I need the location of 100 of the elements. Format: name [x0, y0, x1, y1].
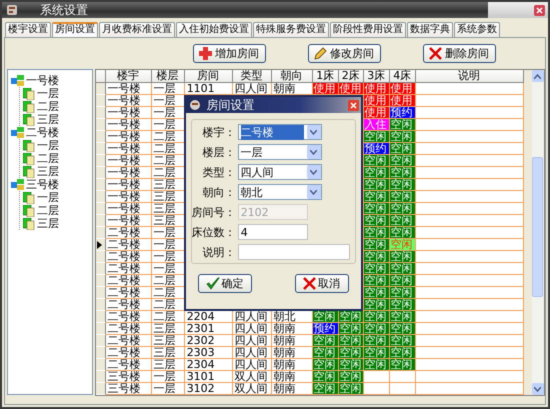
floor-icon [23, 152, 35, 164]
table-cell: 2301 [184, 323, 233, 335]
tab[interactable]: 月收费标准设置 [99, 22, 175, 37]
scrollbar-thumb[interactable] [532, 157, 544, 297]
dialog-title: 房间设置 [206, 96, 256, 114]
table-cell: 二号楼 [106, 299, 152, 311]
close-icon[interactable] [348, 100, 359, 110]
column-header[interactable]: 说明 [416, 70, 524, 83]
scrollbar[interactable] [532, 70, 544, 395]
table-cell: 2304 [184, 359, 233, 371]
column-header[interactable]: 朝向 [272, 70, 313, 83]
tree-item[interactable]: 一层 [37, 190, 59, 205]
dialog-button[interactable]: 确定 [198, 274, 252, 293]
toolbar-button[interactable]: 增加房间 [193, 44, 266, 63]
bed-status-cell: 空闲 [338, 347, 364, 359]
column-header[interactable]: 3床 [364, 70, 390, 83]
dropdown[interactable]: 二号楼 [238, 124, 322, 140]
table-cell: 一层 [152, 83, 185, 95]
floor-icon [23, 204, 35, 216]
scroll-down-button[interactable] [532, 383, 544, 395]
column-header[interactable]: 楼层 [152, 70, 185, 83]
tree-item[interactable]: 二层 [37, 203, 59, 218]
bed-status-cell: 空闲 [364, 167, 390, 179]
tab[interactable]: 房间设置 [52, 22, 98, 37]
tab[interactable]: 系统参数 [454, 22, 500, 37]
field-label: 床位数： [192, 224, 237, 240]
table-cell: 一层 [152, 95, 185, 107]
column-header[interactable]: 类型 [232, 70, 272, 83]
tree-item[interactable]: 三层 [37, 112, 59, 127]
table-cell: 一层 [152, 107, 185, 119]
tree-item[interactable]: 一号楼 [26, 73, 59, 88]
tab[interactable]: 数据字典 [407, 22, 453, 37]
column-header[interactable]: 2床 [338, 70, 364, 83]
bed-status-cell: 空闲 [338, 371, 364, 383]
row-indicator[interactable] [96, 239, 106, 251]
table-cell: 四人间 [232, 323, 272, 335]
input-field[interactable] [238, 244, 350, 260]
bed-status-cell: 使用 [364, 107, 390, 119]
tree-item[interactable]: 二号楼 [26, 125, 59, 140]
dropdown[interactable]: 四人间 [238, 164, 322, 180]
table-cell: 二号楼 [106, 239, 152, 251]
table-cell: 二号楼 [106, 335, 152, 347]
dropdown[interactable]: 朝北 [238, 184, 322, 200]
tab[interactable]: 楼宇设置 [5, 22, 51, 37]
tab[interactable]: 特殊服务费设置 [253, 22, 329, 37]
tree-item[interactable]: 一层 [37, 138, 59, 153]
table-cell: 一号楼 [106, 95, 152, 107]
toolbar-button[interactable]: 修改房间 [308, 44, 381, 63]
tree-item[interactable]: 三层 [37, 216, 59, 231]
table-cell: 二号楼 [106, 359, 152, 371]
floor-icon [23, 88, 35, 100]
floor-icon [23, 140, 35, 152]
table-cell: 二层 [152, 143, 185, 155]
close-icon[interactable] [534, 4, 545, 16]
column-header[interactable]: 4床 [390, 70, 416, 83]
table-cell [390, 371, 416, 383]
bed-status-cell: 空闲 [312, 359, 339, 371]
tab[interactable]: 阶段性费用设置 [330, 22, 406, 37]
dropdown[interactable]: 一层 [238, 144, 322, 160]
table-cell: 一号楼 [106, 215, 152, 227]
field-label: 楼宇： [202, 124, 237, 140]
bed-status-cell: 空闲 [364, 239, 390, 251]
table-cell: 双人间 [232, 371, 272, 383]
bed-status-cell: 空闲 [312, 347, 339, 359]
column-header[interactable]: 1床 [312, 70, 339, 83]
bed-status-cell: 空闲 [390, 251, 416, 263]
table-cell: 三层 [152, 335, 185, 347]
window-title: 系统设置 [39, 2, 89, 18]
column-header[interactable]: 房间 [184, 70, 233, 83]
input-field[interactable]: 4 [238, 224, 308, 240]
table-cell: 朝南 [272, 371, 313, 383]
bed-status-cell: 空闲 [338, 335, 364, 347]
bed-status-cell: 空闲 [390, 143, 416, 155]
table-cell: 二号楼 [106, 347, 152, 359]
toolbar-button[interactable]: 删除房间 [423, 44, 496, 63]
tab[interactable]: 入住初始费设置 [176, 22, 252, 37]
table-cell: 一层 [152, 263, 185, 275]
tree-item[interactable]: 三号楼 [26, 177, 59, 192]
chevron-up-icon [534, 74, 542, 78]
bed-status-cell: 空闲 [390, 131, 416, 143]
scroll-up-button[interactable] [532, 70, 544, 82]
field-label: 房间号： [192, 204, 237, 220]
dialog-button[interactable]: 取消 [294, 274, 349, 293]
tree-item[interactable]: 一层 [37, 86, 59, 101]
bed-status-cell: 空闲 [390, 227, 416, 239]
bed-status-cell: 空闲 [390, 263, 416, 275]
tree-item[interactable]: 三层 [37, 164, 59, 179]
bed-status-cell: 预约 [390, 107, 416, 119]
bed-status-cell: 空闲 [390, 347, 416, 359]
app-icon [6, 4, 18, 16]
bed-status-cell: 预约 [312, 323, 339, 335]
bed-status-cell: 空闲 [390, 239, 416, 251]
tree-item[interactable]: 二层 [37, 99, 59, 114]
building-icon [11, 75, 24, 86]
table-cell: 双人间 [232, 383, 272, 395]
table-cell: 一号楼 [106, 107, 152, 119]
tree-item[interactable]: 二层 [37, 151, 59, 166]
bed-status-cell: 空闲 [364, 311, 390, 323]
field-label: 说明： [202, 244, 237, 260]
floor-icon [23, 114, 35, 126]
